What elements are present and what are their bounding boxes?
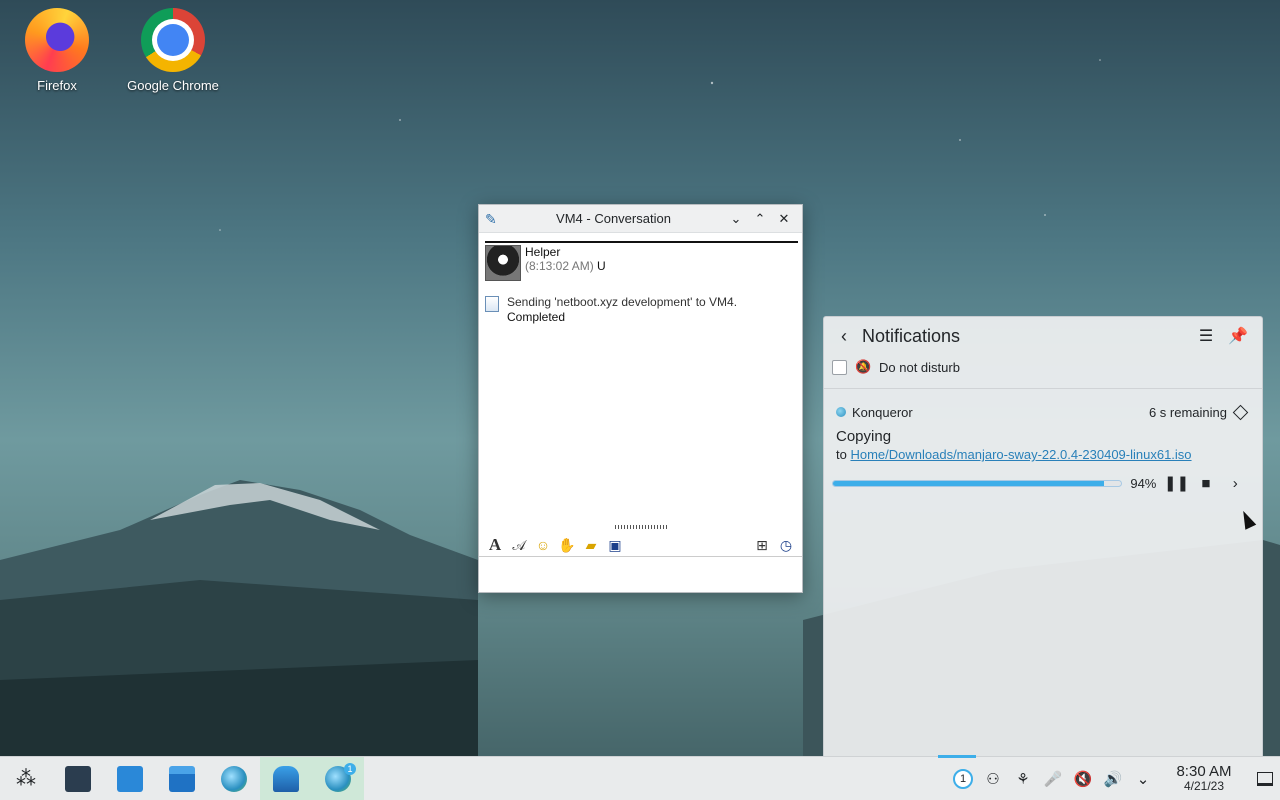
globe-icon [221,765,247,792]
desktop-icon-label: Firefox [37,78,77,93]
send-file-icon[interactable]: ✋ [555,534,579,556]
chevron-down-icon[interactable]: ⌄ [1128,770,1158,788]
configure-icon[interactable]: ☰ [1190,326,1222,346]
back-icon[interactable]: ‹ [832,326,856,347]
chat-history[interactable]: Helper (8:13:02 AM) U Sending 'netboot.x… [485,241,798,523]
show-desktop-button[interactable] [1250,757,1280,800]
konqueror-icon [836,407,846,417]
chat-divider [485,241,798,243]
stop-icon[interactable]: ■ [1191,475,1220,492]
launcher-icon: ⁂ [16,768,36,790]
minimize-button[interactable]: ⌄ [724,207,748,231]
user-icon[interactable]: ⚇ [978,770,1008,788]
do-not-disturb-row: 🔕 Do not disturb [824,355,1262,379]
pause-icon[interactable]: ❚❚ [1162,474,1191,492]
font-icon[interactable]: A [483,534,507,556]
digital-clock[interactable]: 8:30 AM 4/21/23 [1164,762,1244,793]
store-icon [117,765,143,792]
format-toolbar: A 𝒜 ☺ ✋ ▰ ▣ ⊞ ◷ [479,533,802,557]
clock-time: 8:30 AM [1176,762,1232,780]
message-time: (8:13:02 AM) [525,259,594,273]
progress-row: 94% ❚❚ ■ › [832,474,1250,492]
window-count-badge: 1 [344,762,356,775]
show-desktop-icon [1257,771,1273,786]
font-color-icon[interactable]: 𝒜 [507,534,531,556]
desktop-icon-label: Google Chrome [127,78,219,93]
folder-icon[interactable]: ▰ [579,534,603,556]
do-not-disturb-checkbox[interactable] [832,359,847,375]
active-indicator [938,755,976,758]
application-launcher[interactable]: ⁂ [0,757,52,800]
history-icon[interactable]: ◷ [774,534,798,556]
bell-off-icon: 🔕 [855,359,872,374]
maximize-button[interactable]: ⌃ [748,207,772,231]
splitter-grip[interactable] [615,525,667,529]
taskbar-konqueror-window[interactable]: 1 [312,756,364,800]
file-message-text: Sending 'netboot.xyz development' to VM4… [507,295,738,309]
folder-icon [169,765,195,792]
kopete-tray-icon[interactable]: ⚘ [1008,770,1038,788]
notifications-title: Notifications [862,325,961,346]
volume-icon[interactable]: 🔊 [1098,770,1128,788]
progress-bar [832,479,1123,487]
chevron-right-icon[interactable]: › [1221,475,1250,492]
message-header: Helper (8:13:02 AM) U [485,245,798,281]
taskbar-kopete[interactable] [260,756,312,800]
expand-icon[interactable] [1232,404,1249,420]
status-marker: U [597,259,606,273]
mic-muted-icon[interactable]: 🎤 [1038,770,1068,788]
smiley-icon[interactable]: ☺ [531,534,555,556]
settings-icon [65,765,91,792]
job-notification: Konqueror 6 s remaining Copying to Home/… [824,400,1262,492]
desktop-icon-google-chrome[interactable]: Google Chrome [118,8,228,93]
audio-muted-icon[interactable]: 🔇 [1068,770,1098,788]
message-input[interactable] [479,558,802,592]
job-app-name: Konqueror [852,404,913,420]
notifications-header: ‹ Notifications ☰ 📌 [824,317,1262,355]
clock-date: 4/21/23 [1183,778,1225,793]
taskbar-konqueror[interactable] [208,757,260,800]
job-title: Copying [836,428,892,445]
conversation-window: ✎ VM4 - Conversation ⌄ ⌃ ✕ Helper (8:13:… [478,204,803,593]
system-tray: 1 ⚇ ⚘ 🎤 🔇 🔊 ⌄ 8:30 AM 4/21/23 [948,757,1280,800]
window-titlebar[interactable]: ✎ VM4 - Conversation ⌄ ⌃ ✕ [479,205,802,233]
kopete-app-icon: ✎ [485,210,497,227]
taskbar-files[interactable] [156,757,208,800]
job-remaining: 6 s remaining [1148,404,1227,420]
job-dest-prefix: to [836,447,847,462]
close-button[interactable]: ✕ [772,207,796,231]
file-status: Completed [507,310,566,324]
firefox-icon [25,8,89,72]
chrome-icon [141,8,205,72]
do-not-disturb-label: Do not disturb [879,359,960,375]
file-icon [485,296,499,312]
add-contact-icon[interactable]: ⊞ [750,534,774,556]
notifications-panel: ‹ Notifications ☰ 📌 🔕 Do not disturb Kon… [823,316,1263,756]
progress-bar-fill [833,480,1105,486]
desktop-icon-firefox[interactable]: Firefox [2,8,112,93]
progress-percent: 94% [1130,475,1157,491]
pin-icon[interactable]: 📌 [1222,326,1254,346]
kopete-icon [273,765,299,792]
taskbar: ⁂ 1 1 ⚇ ⚘ 🎤 🔇 🔊 ⌄ 8:30 AM 4/21/23 [0,756,1280,800]
taskbar-settings[interactable] [52,757,104,800]
sender-name: Helper [525,245,561,259]
notification-count-icon[interactable]: 1 [953,768,973,789]
file-transfer-message: Sending 'netboot.xyz development' to VM4… [485,295,798,325]
taskbar-discover[interactable] [104,757,156,800]
avatar [485,245,521,281]
window-title: VM4 - Conversation [556,211,671,226]
job-dest-link[interactable]: Home/Downloads/manjaro-sway-22.0.4-23040… [850,447,1191,462]
save-icon[interactable]: ▣ [603,534,627,556]
